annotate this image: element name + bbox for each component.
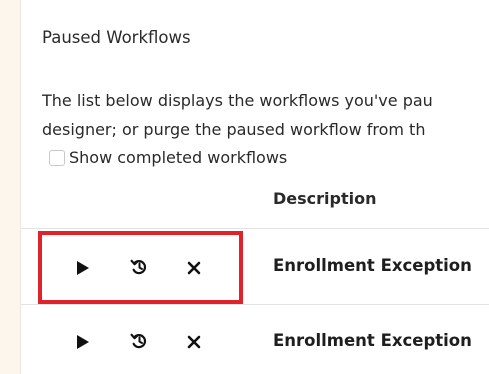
paused-workflows-panel: Paused Workflows The list below displays…: [20, 0, 489, 374]
play-icon: [77, 335, 89, 349]
show-completed-toggle[interactable]: Show completed workflows: [49, 148, 287, 167]
header-divider: [21, 228, 489, 229]
row-description[interactable]: Enrollment Exception: [273, 256, 472, 275]
history-button[interactable]: [128, 330, 150, 352]
purge-button[interactable]: [183, 331, 205, 353]
row-description[interactable]: Enrollment Exception: [273, 331, 472, 350]
close-icon: [187, 335, 201, 349]
show-completed-label: Show completed workflows: [69, 148, 288, 167]
show-completed-checkbox[interactable]: [49, 149, 65, 166]
row-divider: [21, 304, 489, 305]
row-actions-highlight: [38, 231, 243, 304]
resume-button[interactable]: [71, 331, 93, 353]
description-line-1: The list below displays the workflows yo…: [42, 91, 433, 110]
page-description: The list below displays the workflows yo…: [42, 86, 433, 144]
history-icon: [130, 333, 147, 349]
page-title: Paused Workflows: [42, 28, 191, 47]
description-line-2: designer; or purge the paused workflow f…: [42, 120, 426, 139]
column-header-description: Description: [273, 189, 377, 208]
